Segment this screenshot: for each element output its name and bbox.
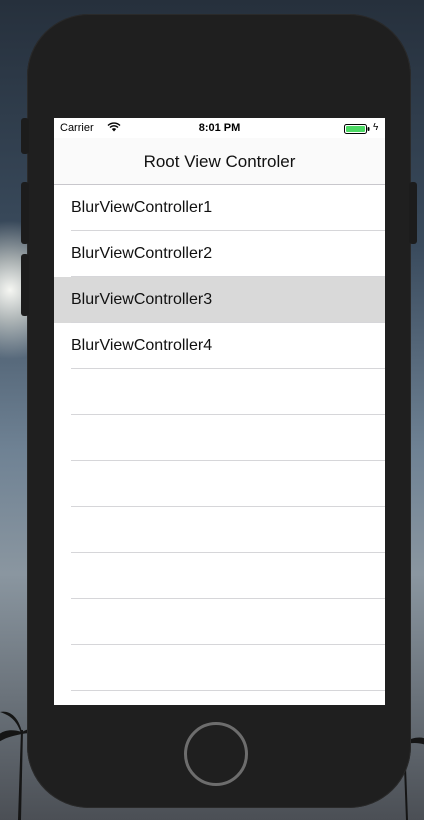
status-bar: Carrier 8:01 PM ϟ (54, 118, 385, 138)
table-row[interactable] (54, 553, 385, 599)
power-button (409, 182, 417, 244)
battery-icon (344, 124, 370, 134)
table-row[interactable]: BlurViewController1 (54, 185, 385, 231)
volume-down-button (21, 254, 29, 316)
table-row[interactable]: BlurViewController3 (54, 277, 385, 323)
table-row-label: BlurViewController4 (71, 337, 213, 354)
table-row[interactable] (54, 461, 385, 507)
table-row[interactable] (54, 507, 385, 553)
table-row[interactable]: BlurViewController4 (54, 323, 385, 369)
navigation-bar: Root View Controler (54, 138, 385, 185)
device-screen: Carrier 8:01 PM ϟ Root View Controler Bl… (54, 118, 385, 705)
volume-up-button (21, 182, 29, 244)
status-time: 8:01 PM (198, 122, 241, 134)
table-row-label: BlurViewController1 (71, 199, 213, 216)
table-row[interactable] (54, 599, 385, 645)
table-row[interactable] (54, 369, 385, 415)
table-view[interactable]: BlurViewController1 BlurViewController2 Bl… (54, 185, 385, 691)
charging-bolt-icon: ϟ (373, 122, 379, 133)
table-row-label: BlurViewController2 (71, 245, 213, 262)
mute-switch (21, 118, 29, 154)
table-row[interactable]: BlurViewController2 (54, 231, 385, 277)
navigation-title: Root View Controler (143, 152, 296, 171)
table-row-label: BlurViewController3 (71, 291, 213, 308)
row-separator (71, 690, 385, 691)
table-row[interactable] (54, 645, 385, 691)
table-row[interactable] (54, 415, 385, 461)
home-button[interactable] (184, 722, 248, 786)
